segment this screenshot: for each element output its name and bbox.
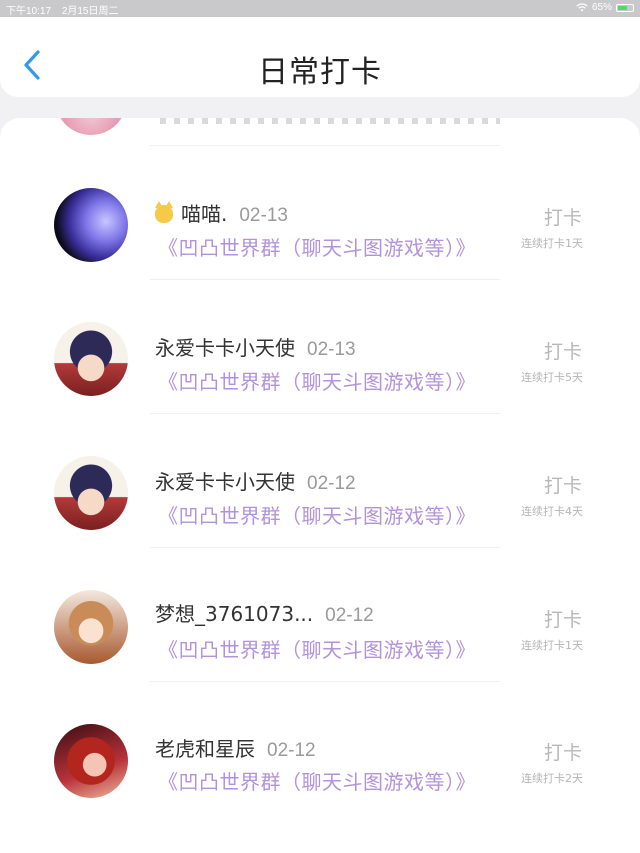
status-bar: 下午10:17 2月15日周二 65% [0, 0, 640, 17]
avatar[interactable] [54, 590, 128, 664]
group-link[interactable]: 《凹凸世界群（聊天斗图游戏等）》 [158, 766, 476, 795]
streak-label: 连续打卡5天 [521, 371, 583, 384]
avatar[interactable] [54, 322, 128, 396]
battery-percent: 65% [591, 2, 612, 13]
user-line: 永爱卡卡小天使 02-13 [155, 332, 356, 361]
user-name[interactable]: 老虎和星辰 [155, 737, 255, 761]
checkin-button[interactable]: 打卡 [530, 471, 596, 498]
list-item[interactable]: 喵喵. 02-13 《凹凸世界群（聊天斗图游戏等）》 打卡 连续打卡1天 [0, 118, 640, 262]
streak-label: 连续打卡4天 [521, 505, 583, 518]
wifi-icon [576, 3, 588, 12]
checkin-list[interactable]: 喵喵. 02-13 《凹凸世界群（聊天斗图游戏等）》 打卡 连续打卡1天 永爱卡卡… [0, 118, 640, 853]
checkin-button[interactable]: 打卡 [530, 605, 596, 632]
streak-label: 连续打卡1天 [521, 639, 583, 652]
list-item[interactable]: 老虎和星辰 02-12 《凹凸世界群（聊天斗图游戏等）》 打卡 连续打卡2天 [0, 654, 640, 798]
user-name[interactable]: 喵喵. [181, 202, 227, 226]
avatar[interactable] [54, 456, 128, 530]
user-line: 梦想_3761073... 02-12 [155, 598, 374, 627]
streak-label: 连续打卡1天 [521, 237, 583, 250]
checkin-date: 02-13 [307, 339, 356, 360]
user-name[interactable]: 梦想_3761073... [155, 602, 313, 626]
avatar[interactable] [54, 188, 128, 262]
list-item[interactable]: 梦想_3761073... 02-12 《凹凸世界群（聊天斗图游戏等）》 打卡 连… [0, 520, 640, 664]
user-name[interactable]: 永爱卡卡小天使 [155, 336, 295, 360]
avatar[interactable] [54, 724, 128, 798]
user-line: 永爱卡卡小天使 02-12 [155, 466, 356, 495]
status-date: 2月15日周二 [61, 6, 119, 17]
header: 日常打卡 [0, 17, 640, 97]
battery-level [618, 5, 628, 10]
checkin-button[interactable]: 打卡 [530, 738, 596, 765]
user-name[interactable]: 永爱卡卡小天使 [155, 470, 295, 494]
checkin-date: 02-13 [239, 205, 288, 226]
list-item[interactable]: 永爱卡卡小天使 02-12 《凹凸世界群（聊天斗图游戏等）》 打卡 连续打卡4天 [0, 386, 640, 530]
checkin-date: 02-12 [307, 473, 356, 494]
checkin-date: 02-12 [325, 605, 374, 626]
page-title: 日常打卡 [258, 55, 382, 90]
user-line: 喵喵. 02-13 [155, 198, 288, 227]
cat-face-icon [155, 201, 173, 223]
user-line: 老虎和星辰 02-12 [155, 733, 316, 762]
status-time: 下午10:17 [6, 6, 52, 17]
checkin-button[interactable]: 打卡 [530, 203, 596, 230]
streak-label: 连续打卡2天 [521, 772, 583, 785]
checkin-date: 02-12 [267, 740, 316, 761]
list-item[interactable]: 永爱卡卡小天使 02-13 《凹凸世界群（聊天斗图游戏等）》 打卡 连续打卡5天 [0, 252, 640, 396]
battery-icon [616, 3, 634, 12]
checkin-button[interactable]: 打卡 [530, 337, 596, 364]
